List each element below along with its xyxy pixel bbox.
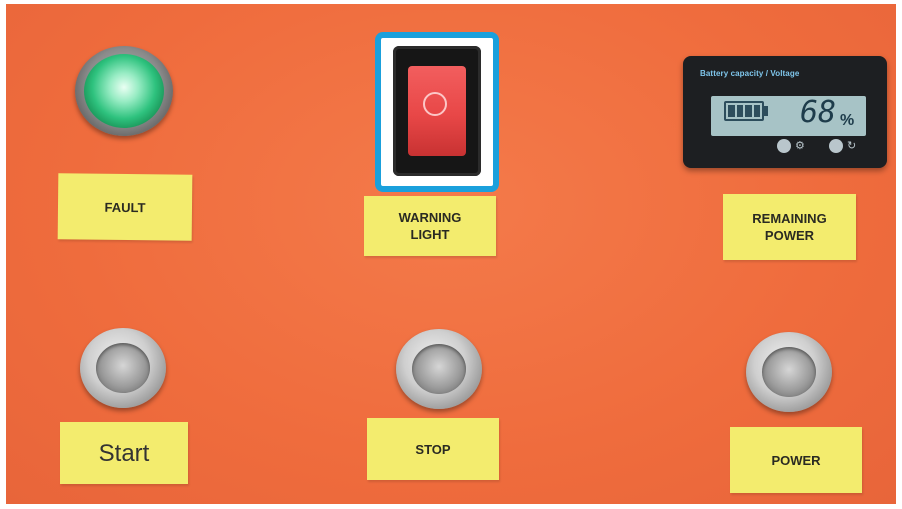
gear-icon: ⚙ bbox=[795, 140, 805, 152]
meter-settings-button[interactable] bbox=[777, 139, 791, 153]
off-symbol-icon bbox=[423, 92, 447, 116]
battery-tip bbox=[764, 106, 768, 116]
power-label: POWER bbox=[730, 427, 862, 493]
stop-button[interactable] bbox=[412, 344, 466, 394]
fault-label: FAULT bbox=[57, 173, 193, 241]
battery-meter-title: Battery capacity / Voltage bbox=[700, 69, 800, 78]
start-button[interactable] bbox=[96, 343, 150, 393]
refresh-icon: ↻ bbox=[847, 140, 857, 152]
meter-refresh-button[interactable] bbox=[829, 139, 843, 153]
green-lamp-glass bbox=[84, 54, 164, 128]
remaining-power-label: REMAINING POWER bbox=[723, 194, 856, 260]
power-button[interactable] bbox=[762, 347, 816, 397]
battery-percentage-value: 68 bbox=[800, 95, 837, 130]
battery-level-icon bbox=[724, 101, 764, 121]
battery-percentage-unit: % bbox=[840, 112, 855, 129]
warning-light-label: WARNING LIGHT bbox=[364, 196, 496, 256]
stop-label: STOP bbox=[367, 418, 499, 480]
start-label: Start bbox=[60, 422, 188, 484]
